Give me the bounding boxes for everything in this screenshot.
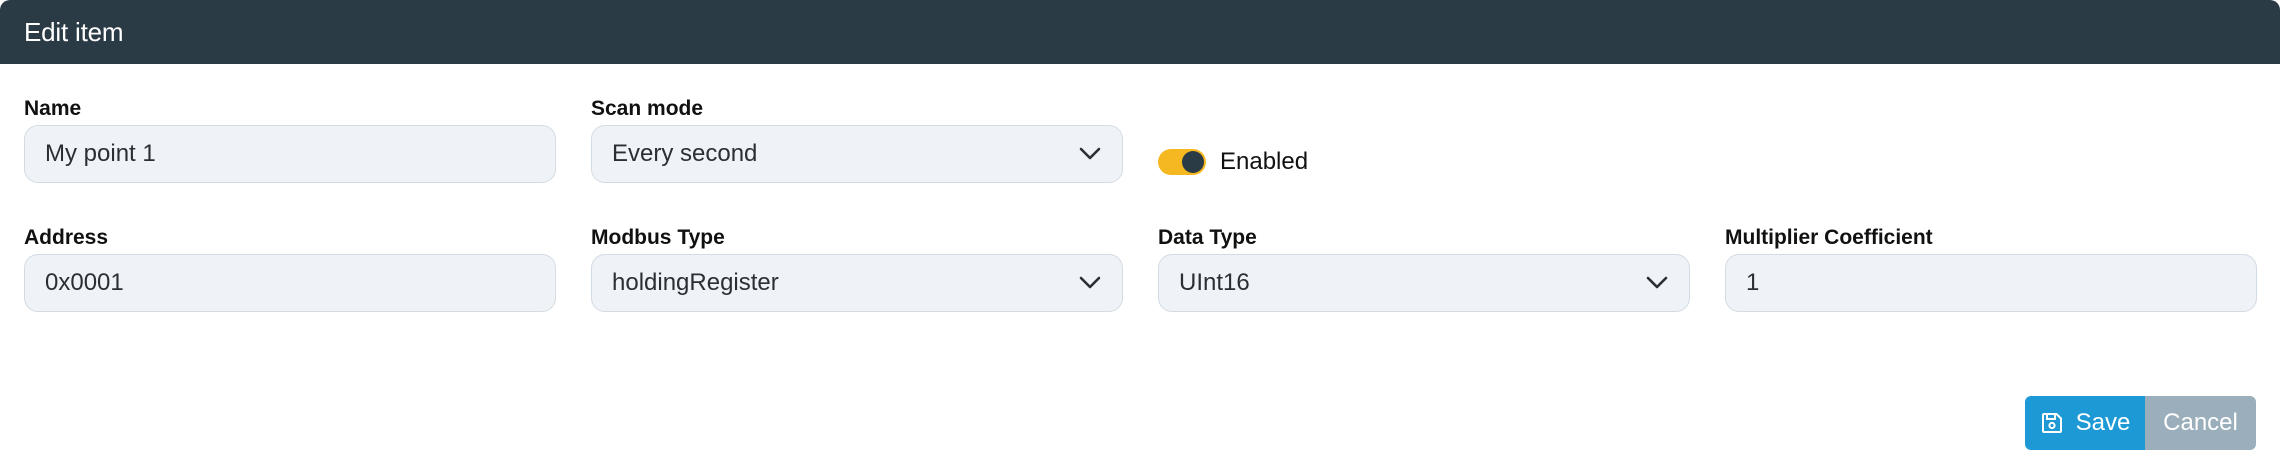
name-field-group: Name My point 1 — [24, 97, 556, 183]
data-type-label: Data Type — [1158, 226, 1257, 249]
cancel-button-label: Cancel — [2163, 409, 2238, 436]
address-field-group: Address 0x0001 — [24, 226, 556, 312]
chevron-down-icon — [1078, 142, 1102, 166]
chevron-down-icon — [1078, 271, 1102, 295]
dialog-title: Edit item — [24, 16, 124, 47]
multiplier-input[interactable]: 1 — [1725, 254, 2257, 312]
name-input-value: My point 1 — [45, 140, 156, 167]
edit-item-dialog: Edit item Name My point 1 Scan mode Ever… — [0, 0, 2280, 474]
chevron-down-icon — [1645, 271, 1669, 295]
scan-mode-label: Scan mode — [591, 97, 704, 120]
cancel-button[interactable]: Cancel — [2145, 396, 2256, 450]
scan-mode-field-group: Scan mode Every second — [591, 97, 1123, 183]
toggle-knob — [1182, 151, 1204, 173]
multiplier-field-group: Multiplier Coefficient 1 — [1725, 226, 2257, 312]
modbus-type-label: Modbus Type — [591, 226, 725, 249]
dialog-header: Edit item — [0, 0, 2280, 64]
modbus-type-select-value: holdingRegister — [612, 269, 779, 296]
action-button-group: Save Cancel — [2025, 396, 2256, 450]
enabled-toggle[interactable] — [1158, 149, 1206, 175]
enabled-label: Enabled — [1220, 148, 1309, 175]
scan-mode-select[interactable]: Every second — [591, 125, 1123, 183]
multiplier-label: Multiplier Coefficient — [1725, 226, 1933, 249]
scan-mode-select-value: Every second — [612, 140, 758, 167]
floppy-disk-icon — [2040, 411, 2064, 435]
address-label: Address — [24, 226, 109, 249]
data-type-field-group: Data Type UInt16 — [1158, 226, 1690, 312]
data-type-select-value: UInt16 — [1179, 269, 1250, 296]
enabled-toggle-group: Enabled — [1158, 148, 1308, 176]
address-input[interactable]: 0x0001 — [24, 254, 556, 312]
modbus-type-select[interactable]: holdingRegister — [591, 254, 1123, 312]
save-button[interactable]: Save — [2025, 396, 2145, 450]
name-input[interactable]: My point 1 — [24, 125, 556, 183]
name-label: Name — [24, 97, 82, 120]
modbus-type-field-group: Modbus Type holdingRegister — [591, 226, 1123, 312]
save-button-label: Save — [2075, 409, 2131, 436]
address-input-value: 0x0001 — [45, 269, 124, 296]
data-type-select[interactable]: UInt16 — [1158, 254, 1690, 312]
multiplier-input-value: 1 — [1746, 269, 1760, 296]
